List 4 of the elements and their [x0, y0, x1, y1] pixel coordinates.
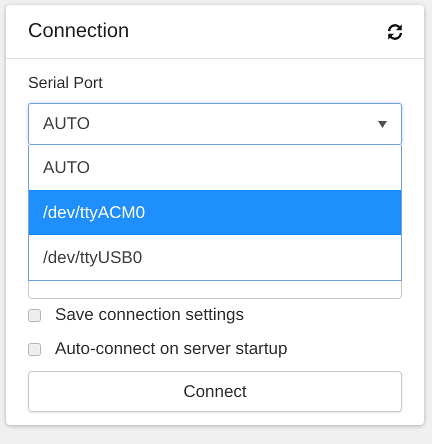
panel-title: Connection [28, 20, 130, 43]
checkbox-label: Auto-connect on server startup [55, 339, 288, 359]
checkbox-label: Save connection settings [55, 305, 244, 325]
field-label: Serial Port [28, 75, 104, 93]
